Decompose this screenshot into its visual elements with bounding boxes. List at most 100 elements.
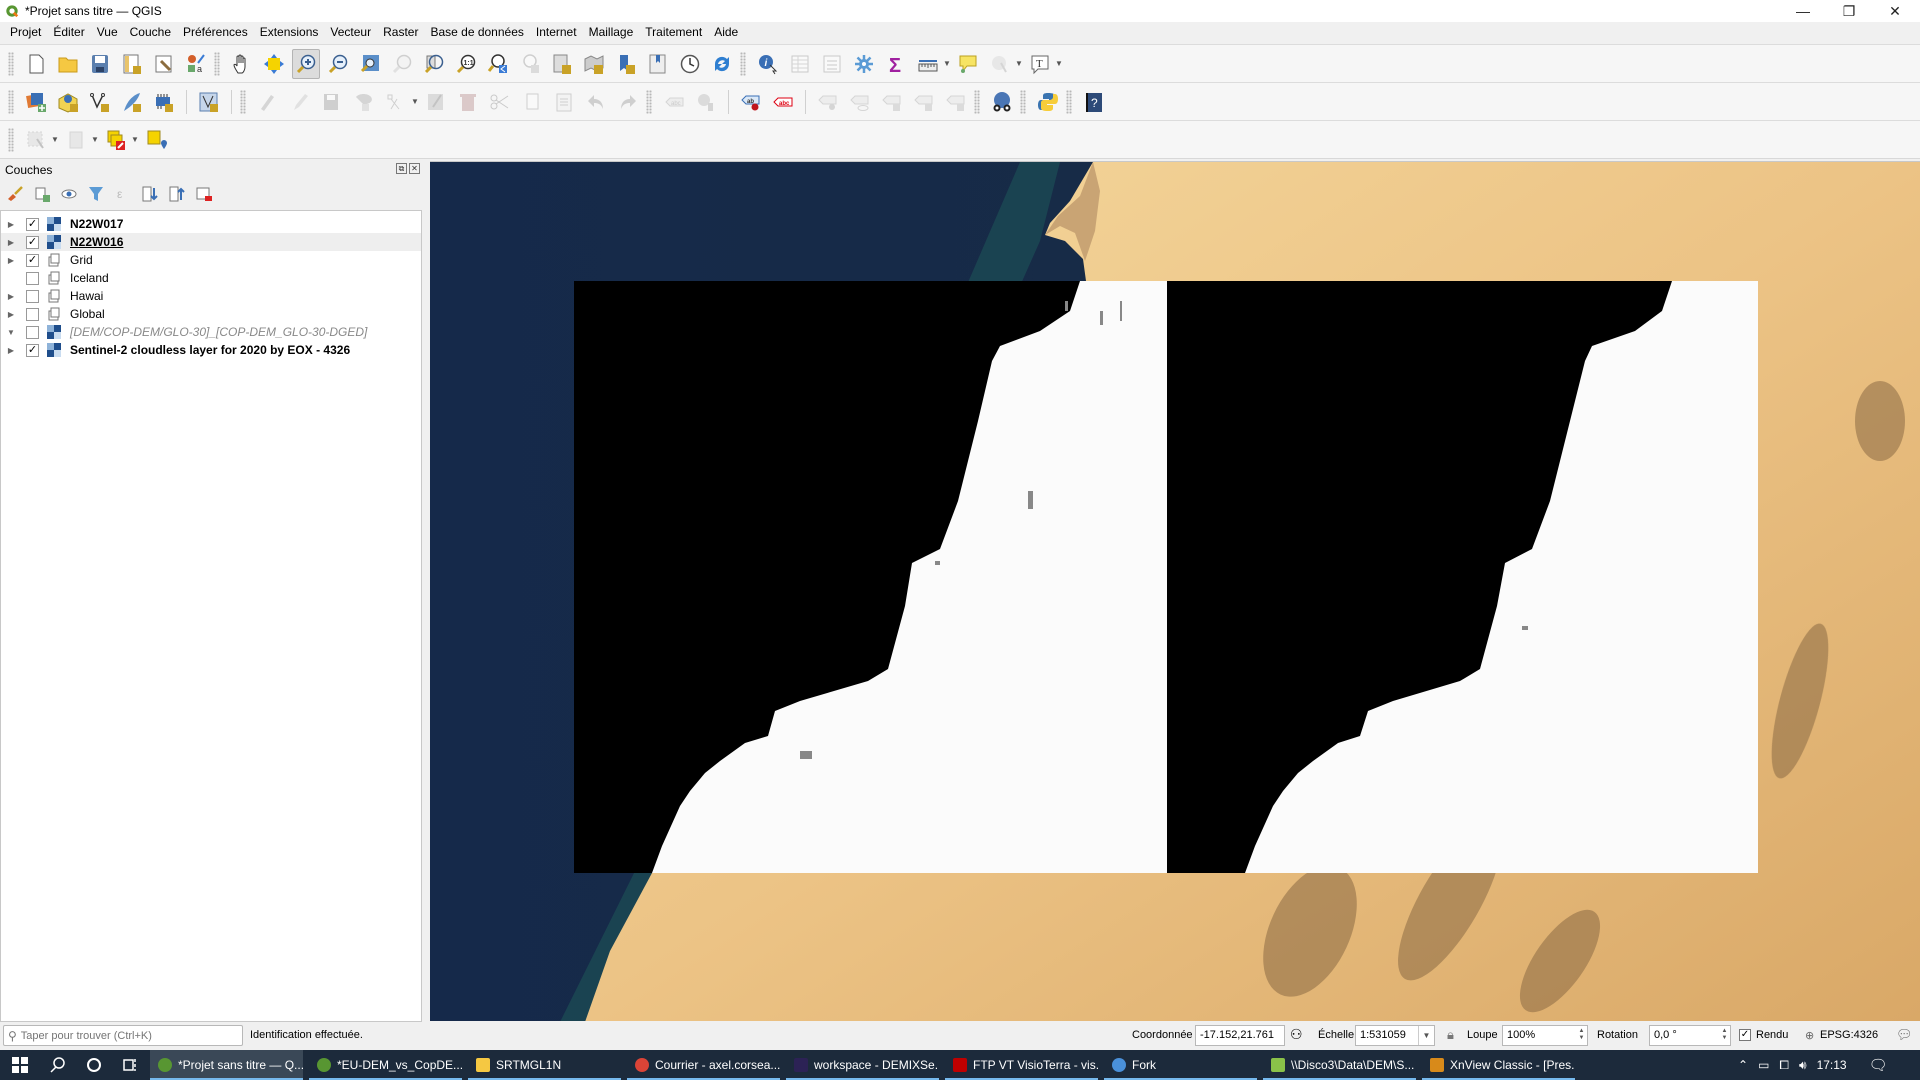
- layer-visibility-checkbox[interactable]: [26, 325, 39, 339]
- rotation-spinner[interactable]: ▲ ▼: [1720, 1028, 1729, 1043]
- statistical-summary-button[interactable]: Σ: [882, 49, 910, 79]
- restore-button[interactable]: ❐: [1826, 0, 1872, 22]
- collapsed-arrow-icon[interactable]: ▶: [6, 292, 16, 301]
- minimize-button[interactable]: —: [1780, 0, 1826, 22]
- select-features-button[interactable]: [986, 49, 1014, 79]
- pan-map-button[interactable]: [228, 49, 256, 79]
- close-panel-button[interactable]: ✕: [409, 163, 420, 174]
- locator-search[interactable]: ⚲: [3, 1025, 243, 1046]
- clock[interactable]: 17:13: [1817, 1058, 1847, 1072]
- layer-visibility-checkbox[interactable]: ✓: [26, 217, 39, 231]
- modify-attributes-button[interactable]: [422, 87, 450, 117]
- menu-extensions[interactable]: Extensions: [254, 22, 325, 43]
- delete-selected-button[interactable]: [454, 87, 482, 117]
- menu-vue[interactable]: Vue: [91, 22, 124, 43]
- new-geopackage-layer-button[interactable]: [54, 87, 82, 117]
- render-checkbox[interactable]: ✓: [1739, 1029, 1751, 1041]
- move-label-button[interactable]: [878, 87, 906, 117]
- layer-row[interactable]: ▶ ✓ N22W016: [1, 233, 421, 251]
- layer-row[interactable]: ▶ ✓ N22W017: [1, 215, 421, 233]
- pin-unpin-labels-button[interactable]: [814, 87, 842, 117]
- select-by-area-button[interactable]: [22, 125, 50, 155]
- toggle-editing-button[interactable]: [286, 87, 314, 117]
- toolbar-grip[interactable]: [8, 89, 14, 114]
- layer-visibility-checkbox[interactable]: ✓: [26, 253, 39, 267]
- collapsed-arrow-icon[interactable]: ▶: [6, 256, 16, 265]
- toolbar-grip[interactable]: [214, 51, 220, 76]
- style-dock-button[interactable]: [4, 183, 26, 205]
- taskbar-item[interactable]: *EU-DEM_vs_CopDE...: [309, 1050, 462, 1080]
- taskbar-item[interactable]: SRTMGL1N: [468, 1050, 621, 1080]
- zoom-native-resolution-button[interactable]: 1:1: [452, 49, 480, 79]
- layer-visibility-checkbox[interactable]: [26, 307, 39, 321]
- menu-maillage[interactable]: Maillage: [583, 22, 640, 43]
- help-button[interactable]: ?: [1080, 87, 1108, 117]
- measure-dropdown-arrow[interactable]: ▼: [942, 59, 952, 68]
- toolbar-grip[interactable]: [8, 127, 14, 152]
- new-bookmark-button[interactable]: [612, 49, 640, 79]
- layer-visibility-checkbox[interactable]: ✓: [26, 343, 39, 357]
- add-group-button[interactable]: [31, 183, 53, 205]
- collapsed-arrow-icon[interactable]: ▶: [6, 238, 16, 247]
- layer-row[interactable]: ▶ ✓ Grid: [1, 251, 421, 269]
- identify-features-button[interactable]: i: [754, 49, 782, 79]
- toolbar-grip[interactable]: [240, 89, 246, 114]
- layer-row[interactable]: Iceland: [1, 269, 421, 287]
- new-spatialite-layer-button[interactable]: [118, 87, 146, 117]
- task-view-button[interactable]: [112, 1050, 148, 1080]
- taskbar-item[interactable]: FTP VT VisioTerra - vis...: [945, 1050, 1098, 1080]
- taskbar-item[interactable]: \\Disco3\Data\DEM\S...: [1263, 1050, 1416, 1080]
- network-icon[interactable]: ⧠: [1779, 1058, 1789, 1073]
- crs-button[interactable]: EPSG:4326: [1820, 1029, 1878, 1041]
- show-bookmarks-button[interactable]: [644, 49, 672, 79]
- menu-preferences[interactable]: Préférences: [177, 22, 254, 43]
- data-source-manager-button[interactable]: [22, 87, 50, 117]
- layer-row[interactable]: ▶ ✓ Sentinel-2 cloudless layer for 2020 by…: [1, 341, 421, 359]
- add-feature-button[interactable]: [350, 87, 378, 117]
- menu-traitement[interactable]: Traitement: [639, 22, 708, 43]
- save-layer-edits-button[interactable]: [318, 87, 346, 117]
- search-button[interactable]: [40, 1050, 76, 1080]
- taskbar-item[interactable]: workspace - DEMIXSe...: [786, 1050, 939, 1080]
- select-area-dropdown-arrow[interactable]: ▼: [50, 135, 60, 144]
- map-canvas[interactable]: [430, 161, 1920, 1021]
- temporal-controller-button[interactable]: [676, 49, 704, 79]
- new-virtual-layer-button[interactable]: [195, 87, 223, 117]
- python-console-button[interactable]: [1034, 87, 1062, 117]
- panel-splitter[interactable]: [422, 160, 430, 1022]
- menu-base-de-donnees[interactable]: Base de données: [424, 22, 529, 43]
- show-spatial-bookmarks-button[interactable]: [580, 49, 608, 79]
- layer-labeling-button[interactable]: abc: [660, 87, 688, 117]
- current-edits-button[interactable]: [254, 87, 282, 117]
- magnifier-field[interactable]: 100% ▲ ▼: [1502, 1025, 1588, 1046]
- layout-manager-button[interactable]: [150, 49, 178, 79]
- collapsed-arrow-icon[interactable]: ▶: [6, 310, 16, 319]
- messages-icon[interactable]: 💬︎: [1896, 1027, 1913, 1043]
- layer-visibility-checkbox[interactable]: [26, 289, 39, 303]
- close-button[interactable]: ✕: [1872, 0, 1918, 22]
- menu-vecteur[interactable]: Vecteur: [324, 22, 377, 43]
- zoom-out-button[interactable]: [324, 49, 352, 79]
- toolbar-grip[interactable]: [1020, 89, 1026, 114]
- new-spatial-bookmark-button[interactable]: [548, 49, 576, 79]
- show-hide-labels-button[interactable]: [846, 87, 874, 117]
- zoom-to-layer-button[interactable]: [420, 49, 448, 79]
- text-annotation-button[interactable]: T: [1026, 49, 1054, 79]
- menu-projet[interactable]: Projet: [4, 22, 47, 43]
- cortana-button[interactable]: [76, 1050, 112, 1080]
- lock-scale-icon[interactable]: 🔒︎: [1447, 1027, 1454, 1043]
- highlight-pinned-labels-button[interactable]: ab: [737, 87, 765, 117]
- filter-legend-button[interactable]: [85, 183, 107, 205]
- paste-features-button[interactable]: [550, 87, 578, 117]
- notifications-icon[interactable]: 🗨︎: [1869, 1056, 1888, 1074]
- magnifier-spinner[interactable]: ▲ ▼: [1577, 1028, 1586, 1043]
- float-panel-button[interactable]: ⧉: [396, 163, 407, 174]
- new-project-button[interactable]: [22, 49, 50, 79]
- annotation-dropdown-arrow[interactable]: ▼: [1054, 59, 1064, 68]
- scale-dropdown-arrow[interactable]: ▼: [1418, 1026, 1434, 1045]
- open-field-calculator-button[interactable]: [818, 49, 846, 79]
- collapsed-arrow-icon[interactable]: ▶: [6, 346, 16, 355]
- attribute-selection-button[interactable]: [62, 125, 90, 155]
- deselect-features-button[interactable]: [102, 125, 130, 155]
- menu-editer[interactable]: Éditer: [47, 22, 90, 43]
